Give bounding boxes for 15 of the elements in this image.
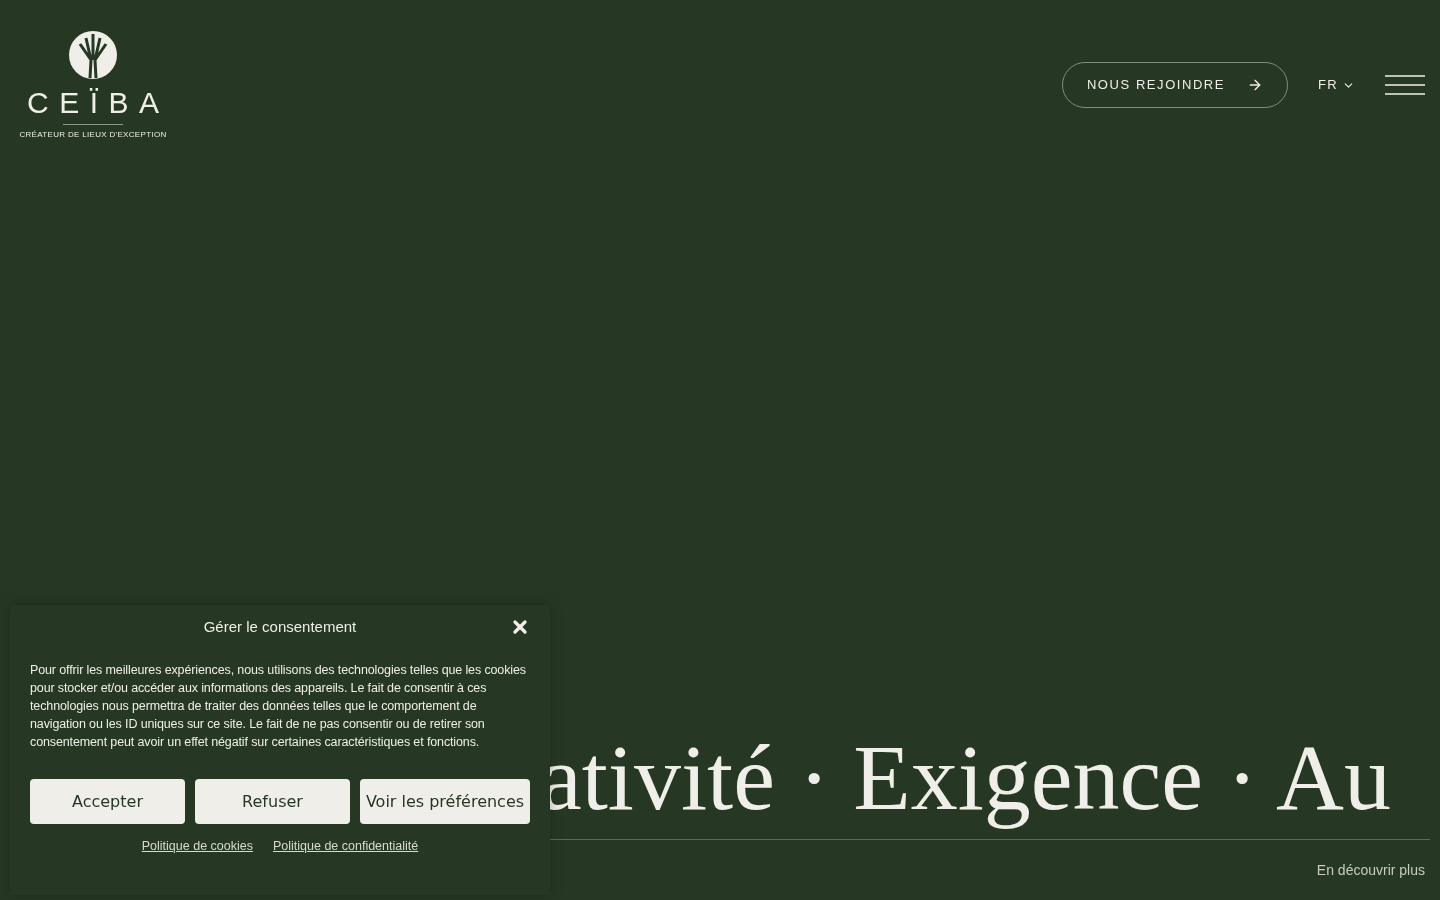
logo-tagline: CRÉATEUR DE LIEUX D'EXCEPTION xyxy=(19,129,167,141)
menu-icon[interactable] xyxy=(1385,75,1425,95)
discover-more-link[interactable]: En découvrir plus xyxy=(1316,860,1425,900)
consent-button[interactable]: Voir les préférences xyxy=(360,779,530,824)
consent-text: Pour offrir les meilleures expériences, nous utilisons des technologies telles que les cookies pour stocker et/ou accéder aux informations des appareils. Le fait de consentir à ces technologies nous permettra de traiter des données telles que le comportement de navigation ou les ID uniques sur ce site. Le fait de ne pas consentir ou de retirer son consentement peut avoir un effet négatif sur certaines caractéristiques et fonctions. xyxy=(30,662,527,751)
policy-link[interactable]: Politique de confidentialité xyxy=(272,837,419,856)
dialog-title: Gérer le consentement xyxy=(203,616,357,637)
policy-link[interactable]: Politique de cookies xyxy=(141,837,253,856)
language-selector[interactable]: FR xyxy=(1318,75,1355,95)
hero-marquee-text: ativité · Exigence · Au xyxy=(540,723,1391,831)
consent-button[interactable]: Refuser xyxy=(195,779,350,824)
consent-button[interactable]: Accepter xyxy=(30,779,185,824)
tree-logo-icon xyxy=(68,30,118,80)
close-icon[interactable] xyxy=(510,617,530,637)
logo-wordmark: CEÏBA xyxy=(26,88,170,118)
